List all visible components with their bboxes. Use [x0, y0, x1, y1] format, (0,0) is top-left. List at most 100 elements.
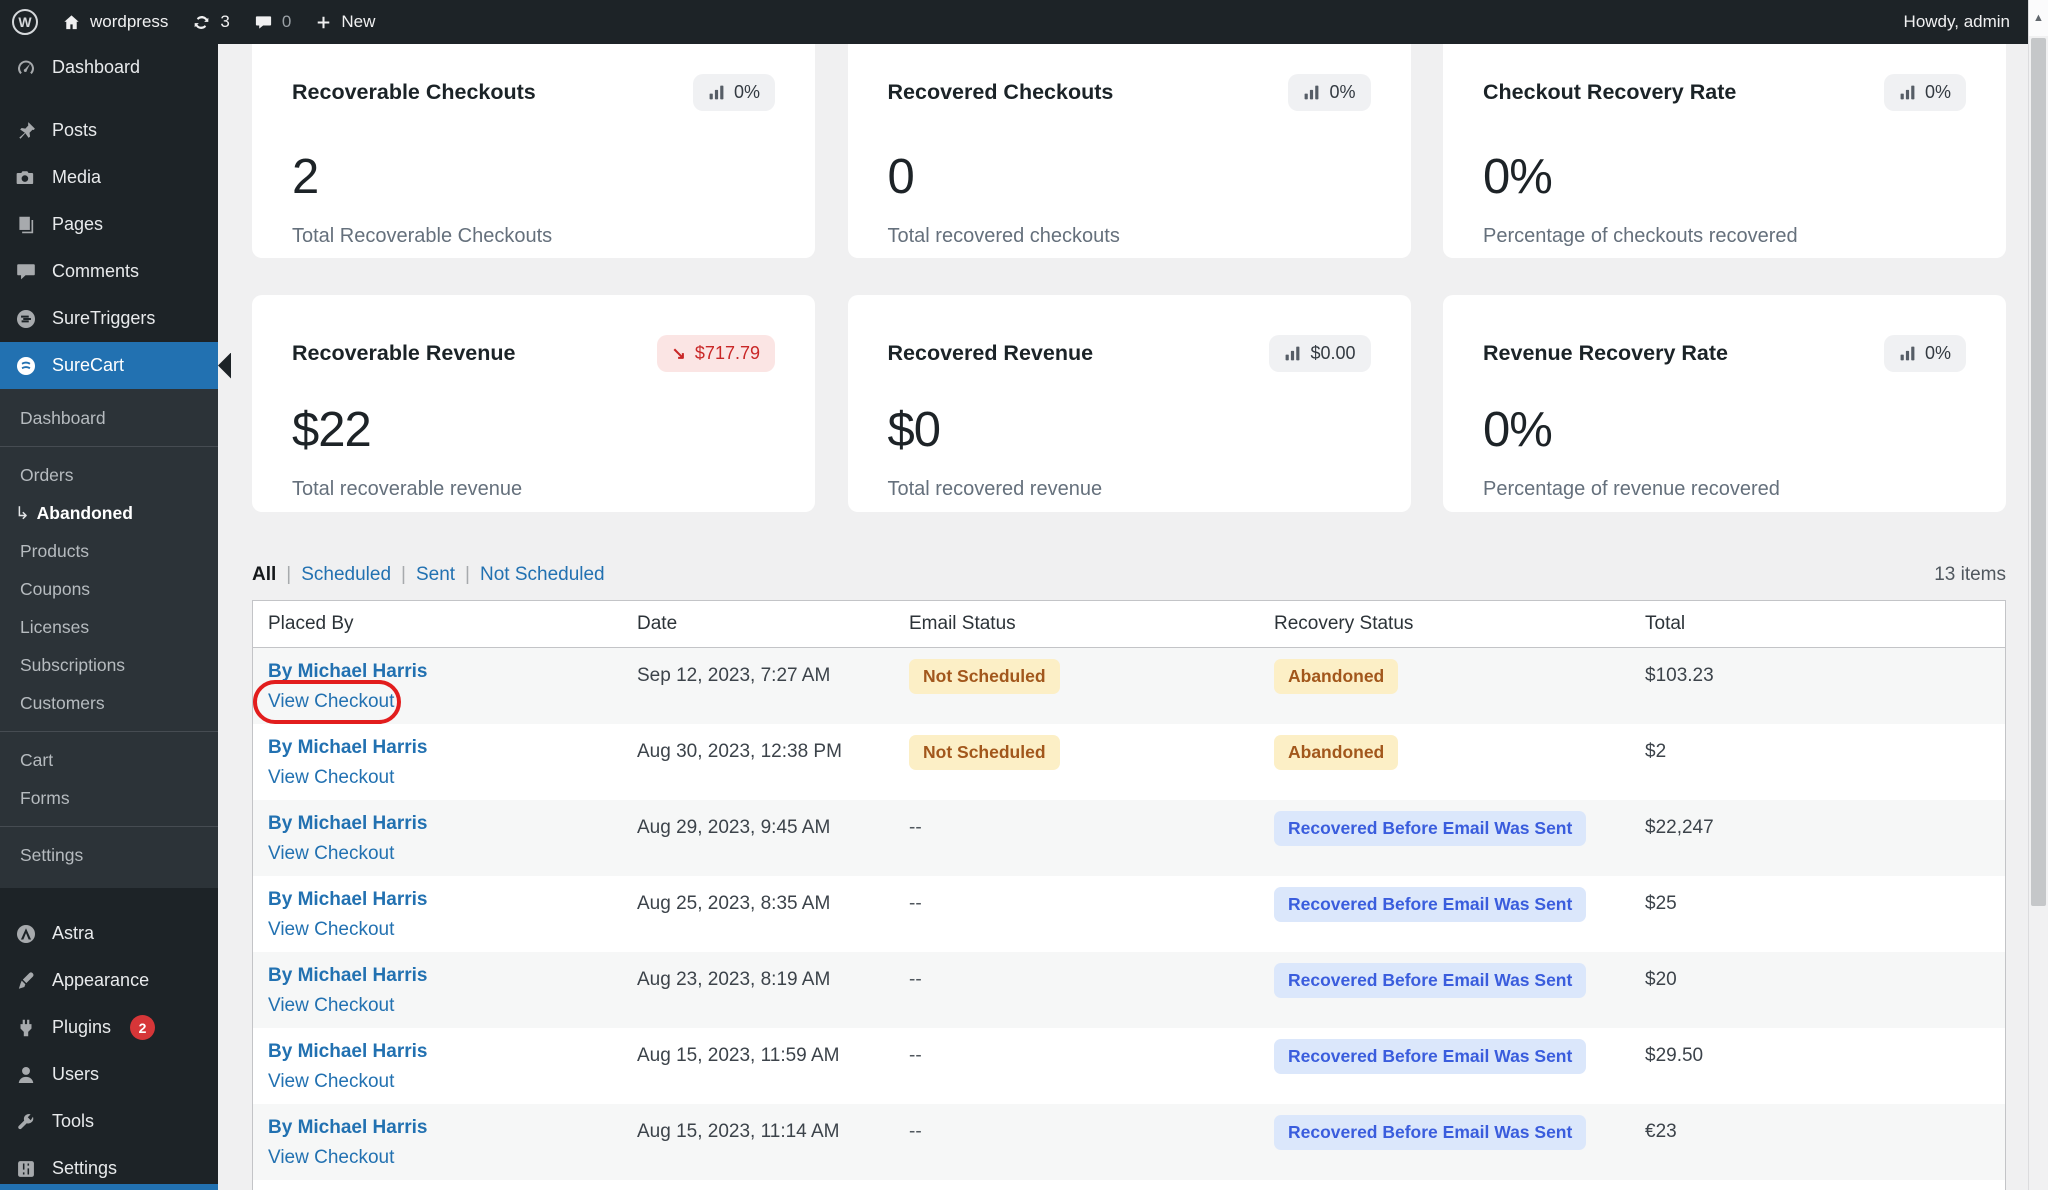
filter-all[interactable]: All	[252, 564, 276, 586]
sidebar-item-label: Media	[52, 167, 102, 187]
card-trend-value: 0%	[1924, 343, 1951, 363]
submenu-item-licenses[interactable]: Licenses	[0, 608, 218, 646]
sidebar-item-dashboard[interactable]: Dashboard	[0, 44, 218, 91]
placed-by-link[interactable]: By Michael Harris	[268, 1041, 427, 1062]
sidebar-item-media[interactable]: Media	[0, 154, 218, 201]
submenu-item-forms[interactable]: Forms	[0, 779, 218, 817]
sidebar-item-surecart[interactable]: SureCart	[0, 342, 231, 389]
card-trend-value: 0%	[1924, 82, 1951, 102]
wp-logo-menu[interactable]: W	[0, 0, 50, 44]
comments-menu[interactable]: 0	[242, 0, 303, 44]
view-checkout-link[interactable]: View Checkout	[268, 767, 394, 789]
recovery-status-cell: Recovered Before Email Was Sent	[1259, 952, 1630, 1028]
admin-sidebar: Dashboard Posts Media Pages Comments SureTrig…	[0, 44, 231, 1190]
stats-cards-row-2: Recoverable Revenue ↘ $717.79 $22 Total reco…	[252, 295, 2006, 512]
placed-by-link[interactable]: By Michael Harris	[268, 889, 427, 910]
table-row: By Michael Harris View Checkout Sep 12, 20…	[253, 648, 2005, 724]
sidebar-item-pages[interactable]: Pages	[0, 201, 218, 248]
placed-by-link[interactable]: By Michael Harris	[268, 737, 427, 758]
email-status-badge: Not Scheduled	[909, 659, 1060, 694]
stat-card-revenue-recovery-rate: Revenue Recovery Rate 0% 0% Percentage of r…	[1443, 295, 2006, 512]
sidebar-item-comments[interactable]: Comments	[0, 248, 218, 295]
view-checkout-link[interactable]: View Checkout	[268, 691, 394, 713]
stat-card-recovered-revenue: Recovered Revenue $0.00 $0 Total recovered …	[847, 295, 1411, 512]
home-icon	[62, 13, 81, 32]
placed-by-link[interactable]: By Michael Harris	[268, 813, 427, 834]
recovery-status-badge: Recovered Before Email Was Sent	[1274, 811, 1587, 846]
menu-separator	[0, 888, 218, 910]
sidebar-item-astra[interactable]: Astra	[0, 910, 218, 957]
submenu-item-subscriptions[interactable]: Subscriptions	[0, 646, 218, 684]
email-status-cell: Not Scheduled	[894, 724, 1259, 800]
view-checkout-link[interactable]: View Checkout	[268, 843, 394, 865]
card-trend-badge: $0.00	[1269, 335, 1371, 372]
bar-chart-icon	[1284, 345, 1301, 362]
stat-card-recoverable-checkouts: Recoverable Checkouts 0% 2 Total Recoverabl…	[252, 44, 815, 258]
howdy-account-menu[interactable]: Howdy, admin	[1904, 12, 2028, 32]
pages-icon	[13, 214, 39, 236]
filter-scheduled[interactable]: Scheduled	[301, 564, 391, 586]
sidebar-item-label: Posts	[52, 120, 98, 140]
view-checkout-link[interactable]: View Checkout	[268, 1147, 394, 1169]
placed-by-link[interactable]: By Michael Harris	[268, 1117, 427, 1138]
comment-icon	[13, 261, 39, 283]
sidebar-item-plugins[interactable]: Plugins 2	[0, 1004, 218, 1051]
order-total: $20	[1645, 969, 1677, 990]
submenu-item-abandoned[interactable]: ↳ Abandoned	[0, 494, 218, 532]
email-status-cell: --	[894, 952, 1259, 1028]
submenu-item-products[interactable]: Products	[0, 532, 218, 570]
sidebar-item-suretriggers[interactable]: SureTriggers	[0, 295, 218, 342]
column-header-email-status: Email Status	[909, 613, 1016, 634]
sidebar-item-tools[interactable]: Tools	[0, 1098, 218, 1145]
sidebar-item-label: Plugins	[52, 1017, 112, 1037]
new-label: New	[341, 12, 376, 31]
updates-menu[interactable]: 3	[180, 0, 241, 44]
card-value: 0%	[1483, 403, 1553, 457]
email-status-empty: --	[909, 1121, 922, 1142]
card-trend-badge: ↘ $717.79	[656, 335, 775, 372]
submenu-item-coupons[interactable]: Coupons	[0, 570, 218, 608]
recovery-status-badge: Recovered Before Email Was Sent	[1274, 1039, 1587, 1074]
card-subtitle: Total Recoverable Checkouts	[292, 225, 553, 247]
view-checkout-link[interactable]: View Checkout	[268, 919, 394, 941]
view-checkout-link[interactable]: View Checkout	[268, 995, 394, 1017]
comments-count: 0	[281, 12, 292, 31]
media-icon	[13, 167, 39, 189]
submenu-item-customers[interactable]: Customers	[0, 684, 218, 722]
submenu-item-orders[interactable]: Orders	[0, 456, 218, 494]
sidebar-item-appearance[interactable]: Appearance	[0, 957, 218, 1004]
filter-separator: |	[286, 564, 292, 585]
placed-by-link[interactable]: By Michael Harris	[268, 965, 427, 986]
users-icon	[13, 1064, 39, 1086]
placed-by-link[interactable]: By Michael Harris	[268, 661, 427, 682]
filter-not-scheduled[interactable]: Not Scheduled	[480, 564, 605, 586]
sidebar-item-posts[interactable]: Posts	[0, 107, 218, 154]
view-checkout-link[interactable]: View Checkout	[268, 1071, 394, 1093]
card-title: Recovered Checkouts	[887, 80, 1114, 104]
scrollbar-thumb[interactable]	[2031, 38, 2046, 906]
card-subtitle: Percentage of checkouts recovered	[1483, 225, 1798, 247]
submenu-item-dashboard[interactable]: Dashboard	[0, 399, 218, 437]
recovery-status-cell: Abandoned	[1259, 724, 1630, 800]
bar-chart-icon	[1303, 84, 1320, 101]
filter-separator: |	[465, 564, 470, 585]
email-status-empty: --	[909, 969, 922, 990]
column-header-placed-by: Placed By	[268, 613, 354, 634]
plugins-update-count-badge: 2	[130, 1015, 156, 1040]
email-status-cell: Not Scheduled	[894, 648, 1259, 724]
sidebar-item-label: SureTriggers	[52, 308, 156, 328]
sidebar-menu-top: Dashboard Posts Media Pages Comments SureTrig…	[0, 44, 231, 389]
submenu-item-settings[interactable]: Settings	[0, 836, 218, 874]
stat-card-recovered-checkouts: Recovered Checkouts 0% 0 Total recovered ch…	[847, 44, 1411, 258]
filter-sent[interactable]: Sent	[416, 564, 455, 586]
scrollbar-up-arrow[interactable]: ▲	[2029, 0, 2048, 36]
dashboard-icon	[13, 57, 39, 79]
table-row: By Michael Harris View Checkout Aug 25, 20…	[253, 876, 2005, 952]
card-subtitle: Total recovered checkouts	[887, 225, 1120, 247]
submenu-item-cart[interactable]: Cart	[0, 741, 218, 779]
site-name-menu[interactable]: wordpress	[50, 0, 180, 44]
sidebar-item-users[interactable]: Users	[0, 1051, 218, 1098]
sidebar-item-label: SureCart	[52, 355, 125, 375]
new-content-menu[interactable]: New	[303, 0, 387, 44]
page-scrollbar[interactable]: ▲	[2028, 0, 2048, 1190]
